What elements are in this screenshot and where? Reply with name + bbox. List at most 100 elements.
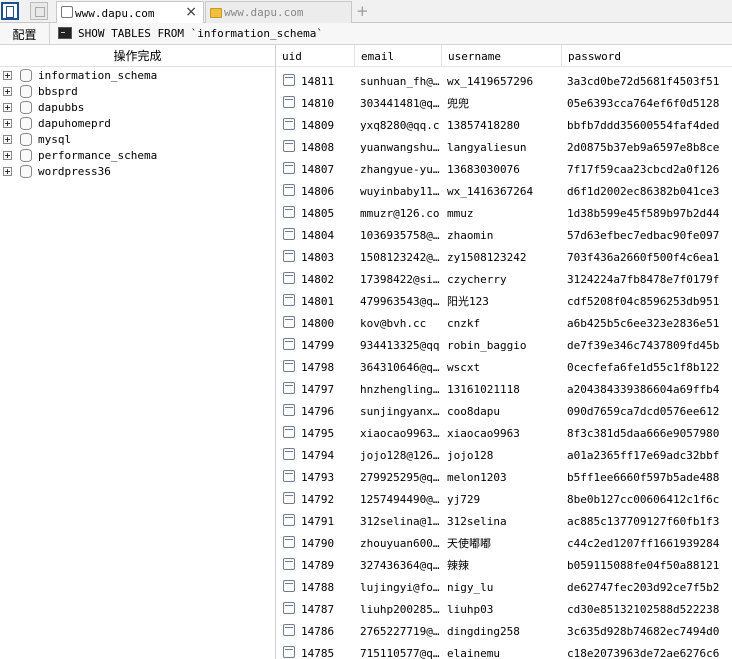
- table-row[interactable]: 14805 mmuzr@126.com mmuz 1d38b599e45f589b97…: [276, 202, 732, 224]
- column-header-uid[interactable]: uid: [276, 45, 355, 67]
- row-icon: [283, 404, 295, 416]
- tree-item-database[interactable]: bbsprd: [0, 84, 275, 100]
- cell-username: czycherry: [447, 272, 507, 286]
- column-header-email[interactable]: email: [355, 45, 442, 67]
- table-row[interactable]: 14795 xiaocao9963… xiaocao9963 8f3c381d5daa…: [276, 422, 732, 444]
- row-icon: [283, 162, 295, 174]
- cell-uid: 14799: [301, 338, 335, 352]
- cell-uid: 14795: [301, 426, 335, 440]
- tree-item-database[interactable]: performance_schema: [0, 148, 275, 164]
- cell-username: cnzkf: [447, 316, 481, 330]
- expand-icon[interactable]: [3, 87, 12, 96]
- cell-password: 0cecfefa6fe1d55c1f8b122…: [567, 360, 719, 374]
- database-icon: [20, 101, 32, 114]
- cell-password: 7f17f59caa23cbcd2a0f126…: [567, 162, 719, 176]
- cell-password: a01a2365ff17e69adc32bbf…: [567, 448, 719, 462]
- table-row[interactable]: 14799 934413325@qq… robin_baggio de7f39e346…: [276, 334, 732, 356]
- cell-username: melon1203: [447, 470, 507, 484]
- folder-icon: [210, 8, 222, 18]
- cell-username: zhaomin: [447, 228, 494, 242]
- table-row[interactable]: 14802 17398422@si… czycherry 3124224a7fb847…: [276, 268, 732, 290]
- column-header-username[interactable]: username: [442, 45, 562, 67]
- cell-uid: 14805: [301, 206, 335, 220]
- table-row[interactable]: 14811 sunhuan_fh@… wx_1419657296 3a3cd0be72…: [276, 70, 732, 92]
- cell-uid: 14809: [301, 118, 335, 132]
- cell-uid: 14794: [301, 448, 335, 462]
- table-row[interactable]: 14798 364310646@q… wscxt 0cecfefa6fe1d55c1f…: [276, 356, 732, 378]
- cell-username: xiaocao9963: [447, 426, 520, 440]
- row-icon: [283, 96, 295, 108]
- command-text[interactable]: SHOW TABLES FROM `information_schema`: [78, 27, 323, 40]
- expand-icon[interactable]: [3, 151, 12, 160]
- cell-password: c18e2073963de72ae6276c6…: [567, 646, 719, 659]
- row-icon: [283, 272, 295, 284]
- cell-uid: 14785: [301, 646, 335, 659]
- table-row[interactable]: 14788 lujingyi@fo… nigy_lu de62747fec203d92…: [276, 576, 732, 598]
- cell-password: de7f39e346c7437809fd45b…: [567, 338, 719, 352]
- table-row[interactable]: 14797 hnzhengling… 13161021118 a20438433938…: [276, 378, 732, 400]
- table-row[interactable]: 14809 yxq8280@qq.com 13857418280 bbfb7ddd35…: [276, 114, 732, 136]
- table-row[interactable]: 14806 wuyinbaby11… wx_1416367264 d6f1d2002e…: [276, 180, 732, 202]
- tree-item-database[interactable]: mysql: [0, 132, 275, 148]
- table-row[interactable]: 14785 715110577@q… elainemu c18e2073963de72…: [276, 642, 732, 659]
- row-icon: [283, 558, 295, 570]
- table-row[interactable]: 14803 1508123242@… zy1508123242 703f436a266…: [276, 246, 732, 268]
- table-row[interactable]: 14790 zhouyuan600… 天使嘟嘟 c44c2ed1207ff166193…: [276, 532, 732, 554]
- tab-active[interactable]: www.dapu.com ×: [56, 1, 204, 24]
- close-icon[interactable]: ×: [185, 4, 197, 20]
- tree-item-database[interactable]: dapubbs: [0, 100, 275, 116]
- cell-email: hnzhengling…: [360, 382, 440, 396]
- table-row[interactable]: 14792 1257494490@… yj729 8be0b127cc00606412…: [276, 488, 732, 510]
- table-row[interactable]: 14807 zhangyue-yu… 13683030076 7f17f59caa23…: [276, 158, 732, 180]
- cell-uid: 14798: [301, 360, 335, 374]
- tree-item-database[interactable]: information_schema: [0, 68, 275, 84]
- cell-password: 3a3cd0be72d5681f4503f51…: [567, 74, 719, 88]
- tree-item-database[interactable]: dapuhomeprd: [0, 116, 275, 132]
- new-tab-button[interactable]: +: [356, 2, 369, 20]
- cell-uid: 14800: [301, 316, 335, 330]
- expand-icon[interactable]: [3, 135, 12, 144]
- sidebar-toggle-icon[interactable]: [1, 2, 19, 20]
- terminal-icon: [58, 27, 72, 39]
- column-header-password[interactable]: password: [562, 45, 732, 67]
- tab-inactive[interactable]: www.dapu.com: [205, 1, 352, 23]
- window-icon[interactable]: [30, 2, 48, 20]
- expand-icon[interactable]: [3, 167, 12, 176]
- cell-username: coo8dapu: [447, 404, 500, 418]
- table-row[interactable]: 14787 liuhp200285… liuhp03 cd30e85132102588…: [276, 598, 732, 620]
- expand-icon[interactable]: [3, 71, 12, 80]
- cell-password: bbfb7ddd35600554faf4ded…: [567, 118, 719, 132]
- cell-password: 8f3c381d5daa666e9057980…: [567, 426, 719, 440]
- table-row[interactable]: 14804 1036935758@… zhaomin 57d63efbec7edbac…: [276, 224, 732, 246]
- cell-uid: 14811: [301, 74, 335, 88]
- table-row[interactable]: 14794 jojo128@126… jojo128 a01a2365ff17e69a…: [276, 444, 732, 466]
- table-row[interactable]: 14796 sunjingyanx… coo8dapu 090d7659ca7dcd0…: [276, 400, 732, 422]
- table-row[interactable]: 14800 kov@bvh.cc cnzkf a6b425b5c6ee323e2836…: [276, 312, 732, 334]
- row-icon: [283, 470, 295, 482]
- table-row[interactable]: 14810 303441481@q… 兜兜 05e6393cca764ef6f0d51…: [276, 92, 732, 114]
- row-icon: [283, 250, 295, 262]
- cell-username: nigy_lu: [447, 580, 494, 594]
- table-row[interactable]: 14791 312selina@1… 312selina ac885c13770912…: [276, 510, 732, 532]
- table-row[interactable]: 14793 279925295@q… melon1203 b5ff1ee6660f59…: [276, 466, 732, 488]
- table-row[interactable]: 14808 yuanwangshu… langyaliesun 2d0875b37eb…: [276, 136, 732, 158]
- tree-item-database[interactable]: wordpress36: [0, 164, 275, 180]
- table-row[interactable]: 14789 327436364@q… 辣辣 b059115088fe04f50a881…: [276, 554, 732, 576]
- row-icon: [283, 228, 295, 240]
- cell-password: b5ff1ee6660f597b5ade488…: [567, 470, 719, 484]
- database-icon: [20, 69, 32, 82]
- cell-email: jojo128@126…: [360, 448, 440, 462]
- expand-icon[interactable]: [3, 119, 12, 128]
- cell-email: 1257494490@…: [360, 492, 440, 506]
- cell-email: 327436364@q…: [360, 558, 440, 572]
- row-icon: [283, 338, 295, 350]
- cell-email: sunhuan_fh@…: [360, 74, 440, 88]
- cell-email: yxq8280@qq.com: [360, 118, 440, 132]
- cell-username: zy1508123242: [447, 250, 527, 264]
- config-button[interactable]: 配置: [0, 23, 50, 45]
- cell-email: 279925295@q…: [360, 470, 440, 484]
- expand-icon[interactable]: [3, 103, 12, 112]
- data-grid: uid email username password 14811 sunhuan…: [276, 45, 732, 659]
- table-row[interactable]: 14786 2765227719@… dingding258 3c635d928b74…: [276, 620, 732, 642]
- table-row[interactable]: 14801 479963543@q… 阳光123 cdf5208f04c8596253…: [276, 290, 732, 312]
